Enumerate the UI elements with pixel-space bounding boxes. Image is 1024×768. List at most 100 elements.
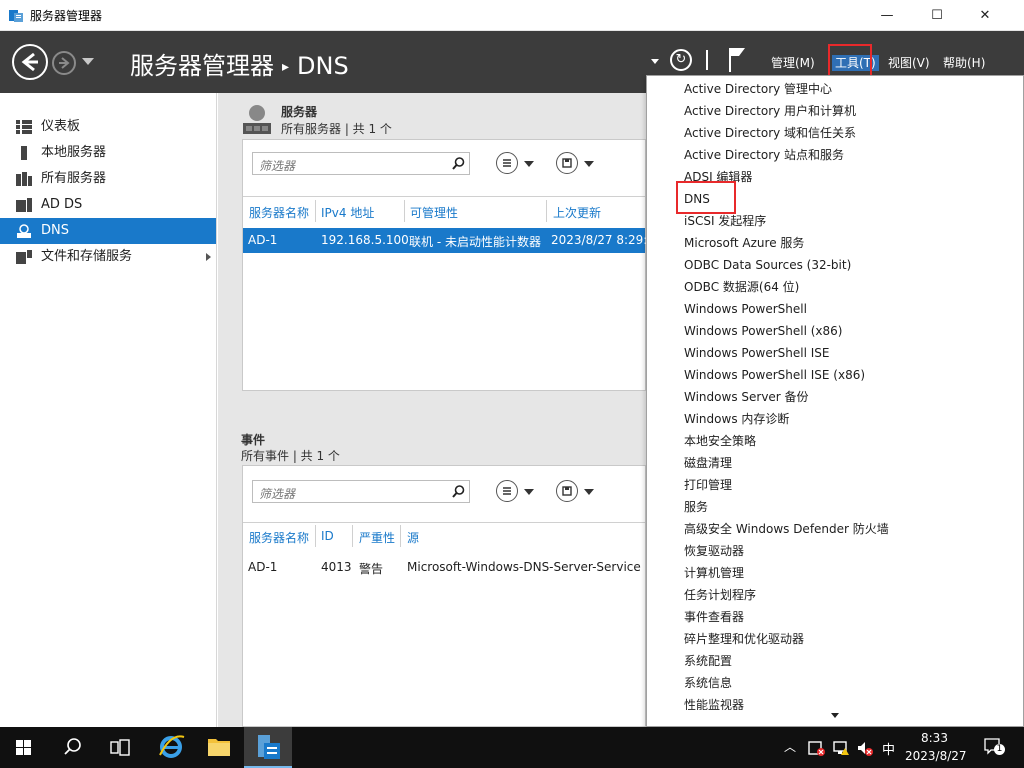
event-server-cell: AD-1: [248, 560, 278, 574]
menu-item-defragment[interactable]: 碎片整理和优化驱动器: [684, 628, 804, 650]
sidebar-item-file-storage[interactable]: 文件和存储服务: [0, 244, 216, 270]
menu-item-recovery-drive[interactable]: 恢复驱动器: [684, 540, 744, 562]
menu-view[interactable]: 视图(V): [888, 54, 930, 71]
ime-indicator[interactable]: 中: [882, 739, 895, 758]
search-button[interactable]: [48, 727, 96, 768]
servers-col-last-update[interactable]: 上次更新: [553, 204, 601, 221]
clock-time[interactable]: 8:33: [921, 731, 948, 745]
sidebar-item-all-servers[interactable]: 所有服务器: [0, 166, 216, 192]
show-hidden-icons-button[interactable]: ︿: [784, 738, 796, 755]
events-col-severity[interactable]: 严重性: [359, 529, 395, 546]
chevron-down-icon[interactable]: [524, 161, 534, 167]
chevron-down-icon[interactable]: [524, 489, 534, 495]
server-manageability-cell: 联机 - 未启动性能计数器: [409, 235, 541, 249]
events-col-name[interactable]: 服务器名称: [249, 529, 309, 546]
sidebar-item-dashboard[interactable]: 仪表板: [0, 114, 216, 140]
notification-flag-icon[interactable]: [727, 46, 747, 72]
menu-item-odbc-32[interactable]: ODBC Data Sources (32-bit): [684, 254, 851, 276]
menu-help[interactable]: 帮助(H): [943, 54, 985, 71]
menu-item-ad-sites-services[interactable]: Active Directory 站点和服务: [684, 144, 844, 166]
chevron-right-icon[interactable]: [206, 253, 211, 261]
ad-ds-icon: [16, 198, 32, 212]
menu-item-local-security-policy[interactable]: 本地安全策略: [684, 430, 756, 452]
server-manager-taskbar-button[interactable]: [244, 727, 292, 768]
file-explorer-button[interactable]: [195, 727, 243, 768]
speaker-muted-icon[interactable]: [856, 739, 874, 757]
sidebar-item-label: DNS: [41, 223, 69, 238]
events-save-query-button[interactable]: [556, 480, 578, 502]
breadcrumb: 服务器管理器 ▸ DNS: [130, 46, 349, 81]
menu-item-print-management[interactable]: 打印管理: [684, 474, 732, 496]
refresh-button[interactable]: ↻: [670, 49, 692, 71]
sidebar-item-local-server[interactable]: 本地服务器: [0, 140, 216, 166]
menu-item-ad-users-computers[interactable]: Active Directory 用户和计算机: [684, 100, 856, 122]
event-source-cell: Microsoft-Windows-DNS-Server-Service: [407, 560, 641, 574]
clock-date[interactable]: 2023/8/27: [905, 749, 967, 763]
menu-item-system-configuration[interactable]: 系统配置: [684, 650, 732, 672]
refresh-icon: ↻: [675, 52, 687, 67]
menu-manage[interactable]: 管理(M): [771, 54, 815, 71]
servers-col-manageability[interactable]: 可管理性: [410, 204, 458, 221]
sidebar-item-label: 本地服务器: [41, 145, 107, 160]
network-icon[interactable]: [832, 739, 850, 757]
menu-item-ad-admin-center[interactable]: Active Directory 管理中心: [684, 78, 832, 100]
sidebar: 仪表板 本地服务器 所有服务器 AD DS DNS 文件和存储服务: [0, 93, 217, 727]
internet-explorer-icon: [159, 735, 185, 758]
sidebar-item-dns[interactable]: DNS: [0, 218, 216, 244]
servers-list-options-button[interactable]: [496, 152, 518, 174]
events-filter-input[interactable]: 筛选器: [252, 480, 470, 503]
menu-item-server-backup[interactable]: Windows Server 备份: [684, 386, 809, 408]
server-name-cell: AD-1: [248, 233, 278, 247]
task-view-button[interactable]: [96, 727, 144, 768]
menu-item-services[interactable]: 服务: [684, 496, 708, 518]
menu-item-defender-firewall[interactable]: 高级安全 Windows Defender 防火墙: [684, 518, 889, 540]
breadcrumb-root[interactable]: 服务器管理器: [130, 52, 274, 80]
back-button[interactable]: [12, 44, 48, 80]
tools-dropdown-menu: Active Directory 管理中心 Active Directory 用…: [646, 75, 1024, 727]
header-dropdown-icon[interactable]: [651, 59, 659, 64]
events-section-title: 事件: [241, 433, 266, 447]
folder-icon: [208, 739, 230, 756]
table-row[interactable]: AD-1 4013 警告 Microsoft-Windows-DNS-Serve…: [243, 554, 645, 579]
menu-item-ad-domains-trusts[interactable]: Active Directory 域和信任关系: [684, 122, 856, 144]
action-center-warning-icon[interactable]: [808, 739, 826, 757]
servers-filter-input[interactable]: 筛选器: [252, 152, 470, 175]
menu-item-azure-services[interactable]: Microsoft Azure 服务: [684, 232, 804, 254]
menu-item-disk-cleanup[interactable]: 磁盘清理: [684, 452, 732, 474]
menu-item-powershell-ise[interactable]: Windows PowerShell ISE: [684, 342, 830, 364]
internet-explorer-button[interactable]: [146, 727, 194, 768]
events-list-options-button[interactable]: [496, 480, 518, 502]
menu-item-powershell[interactable]: Windows PowerShell: [684, 298, 807, 320]
scroll-down-icon[interactable]: [831, 713, 839, 718]
forward-button[interactable]: [52, 51, 76, 75]
menu-item-system-information[interactable]: 系统信息: [684, 672, 732, 694]
menu-item-memory-diagnostic[interactable]: Windows 内存诊断: [684, 408, 789, 430]
search-icon[interactable]: [452, 485, 465, 498]
menu-item-computer-management[interactable]: 计算机管理: [684, 562, 744, 584]
servers-save-query-button[interactable]: [556, 152, 578, 174]
maximize-icon: ☐: [931, 8, 943, 23]
chevron-down-icon[interactable]: [584, 161, 594, 167]
maximize-button[interactable]: ☐: [914, 0, 960, 31]
servers-col-name[interactable]: 服务器名称: [249, 204, 309, 221]
servers-col-ipv4[interactable]: IPv4 地址: [321, 204, 374, 221]
menu-item-odbc-64[interactable]: ODBC 数据源(64 位): [684, 276, 799, 298]
menu-item-powershell-x86[interactable]: Windows PowerShell (x86): [684, 320, 842, 342]
chevron-down-icon[interactable]: [584, 489, 594, 495]
servers-section-icon: [243, 105, 271, 134]
notifications-button[interactable]: 1: [984, 738, 1005, 756]
close-button[interactable]: ✕: [962, 0, 1008, 31]
menu-item-event-viewer[interactable]: 事件查看器: [684, 606, 744, 628]
events-col-id[interactable]: ID: [321, 529, 334, 543]
menu-item-task-scheduler[interactable]: 任务计划程序: [684, 584, 756, 606]
events-col-source[interactable]: 源: [407, 529, 419, 546]
search-icon[interactable]: [452, 157, 465, 170]
sidebar-item-ad-ds[interactable]: AD DS: [0, 192, 216, 218]
minimize-icon: —: [880, 8, 894, 23]
menu-item-powershell-ise-x86[interactable]: Windows PowerShell ISE (x86): [684, 364, 865, 386]
minimize-button[interactable]: —: [864, 0, 910, 31]
start-button[interactable]: [0, 727, 48, 768]
menu-item-performance-monitor[interactable]: 性能监视器: [684, 694, 744, 710]
table-row[interactable]: AD-1 192.168.5.100 联机 - 未启动性能计数器 2023/8/…: [243, 228, 655, 253]
history-dropdown-icon[interactable]: [82, 58, 94, 65]
